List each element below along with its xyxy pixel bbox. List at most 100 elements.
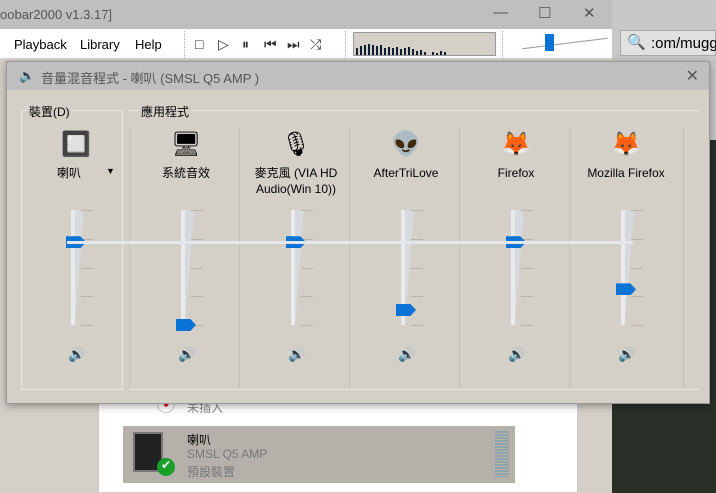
volume-track[interactable] [181,210,185,325]
tick-mark [301,210,313,211]
play-icon[interactable]: ▷ [218,36,229,53]
tick-mark [521,267,533,269]
tick-mark [81,267,93,269]
channel-label: AfterTriLove [373,166,439,180]
system-sounds-icon: 🖥 [171,131,202,158]
spectrum-bar [372,45,374,55]
list-item-selected[interactable]: ✔ 喇叭 SMSL Q5 AMP 預設裝置 [123,426,515,483]
address-bar[interactable]: 🔍 :om/mugg [620,30,716,56]
column-divider [683,128,684,388]
app-channel: 🖥 系統音效 🔊 [131,128,241,388]
column-divider [239,128,240,388]
chevron-down-icon[interactable]: ▼ [106,166,115,176]
volume-thumb[interactable] [396,304,416,317]
close-icon[interactable]: ✕ [583,4,596,22]
firefox-icon: 🦊 [501,131,531,158]
app-channel: 🦊 Mozilla Firefox 🔊 [571,128,681,388]
menu-help[interactable]: Help [135,37,162,52]
device-channel: 🔲 喇叭 ▼ 🔊 [21,128,131,388]
spectrum-bar [376,46,378,55]
foobar-alien-icon: 👽 [391,131,421,158]
microphone-icon: 🎙 [281,131,312,158]
tick-mark [521,210,533,211]
volume-thumb[interactable] [545,34,554,51]
minimize-icon[interactable]: — [493,4,508,21]
volume-track[interactable] [621,210,625,325]
tick-mark [191,296,203,298]
column-divider [349,128,350,388]
tick-mark [191,238,203,240]
spectrum-bar [432,52,434,55]
tick-mark [81,210,93,211]
speaker-small-icon: 🔈 [19,68,36,83]
apps-group-label: 應用程式 [139,103,192,120]
previous-icon[interactable]: ⏮ [264,36,277,53]
tick-mark [411,325,423,326]
spectrum-visualizer [353,32,496,56]
device-model: SMSL Q5 AMP [187,447,268,461]
tick-mark [81,325,93,326]
close-icon[interactable]: ✕ [686,66,699,86]
url-text: :om/mugg [651,35,716,52]
tick-mark [301,296,313,298]
separator [184,31,185,58]
tick-mark [521,296,533,298]
volume-track[interactable] [71,210,75,325]
search-add-icon: 🔍 [627,34,646,51]
tick-mark [631,238,643,240]
spectrum-bar [360,46,362,55]
spectrum-bar [404,48,406,55]
volume-slider[interactable] [508,29,612,59]
menu-playback[interactable]: Playback [14,37,67,52]
spectrum-bar [416,51,418,55]
mute-speaker-icon[interactable]: 🔊 [178,346,195,363]
device-status: 預設裝置 [187,465,236,479]
stop-icon[interactable]: □ [195,36,203,52]
foobar-title: oobar2000 v1.3.17] [0,7,113,22]
firefox-icon: 🦊 [611,131,641,158]
spectrum-bar [392,48,394,55]
mute-speaker-icon[interactable]: 🔊 [288,346,305,363]
spectrum-bar [384,48,386,55]
speaker-icon: 🔲 [61,131,91,158]
channel-label: 麥克風 (VIA HD Audio(Win 10)) [254,166,338,196]
tick-mark [411,267,423,269]
master-level-line [67,241,633,244]
volume-track[interactable] [291,210,295,325]
mute-speaker-icon[interactable]: 🔊 [398,346,415,363]
device-name: 喇叭 [187,433,212,447]
spectrum-bar [424,52,426,55]
tick-mark [301,267,313,269]
tick-mark [411,296,423,298]
channel-label: Firefox [497,166,535,180]
spectrum-bar [368,44,370,55]
next-icon[interactable]: ⏭ [287,36,300,53]
tick-mark [631,267,643,269]
menu-library[interactable]: Library [80,37,120,52]
app-channel: 🎙 麥克風 (VIA HD Audio(Win 10)) 🔊 [241,128,351,388]
maximize-icon[interactable]: ☐ [538,4,551,22]
mute-speaker-icon[interactable]: 🔊 [508,346,525,363]
foobar-titlebar: oobar2000 v1.3.17] — ☐ ✕ [0,0,612,29]
mute-speaker-icon[interactable]: 🔊 [618,346,635,363]
spectrum-bar [396,47,398,55]
spectrum-bar [380,45,382,55]
spectrum-bar [412,49,414,55]
pause-icon[interactable]: ⏸ [242,36,249,53]
device-group-label: 裝置(D) [27,103,72,120]
spectrum-bar [420,50,422,55]
mixer-title: 音量混音程式 - 喇叭 (SMSL Q5 AMP ) [41,71,260,86]
spectrum-bar [388,47,390,55]
volume-thumb[interactable] [176,319,196,331]
column-divider [459,128,460,388]
random-icon[interactable]: ⤮ [310,36,321,53]
tick-mark [411,238,423,240]
mute-speaker-icon[interactable]: 🔊 [68,346,85,363]
volume-track[interactable] [511,210,515,325]
volume-thumb[interactable] [616,283,636,296]
channel-label: 系統音效 [161,166,210,180]
spectrum-bar [440,51,442,55]
spectrum-bar [444,52,446,55]
tick-mark [631,325,643,326]
spectrum-bar [436,53,438,55]
